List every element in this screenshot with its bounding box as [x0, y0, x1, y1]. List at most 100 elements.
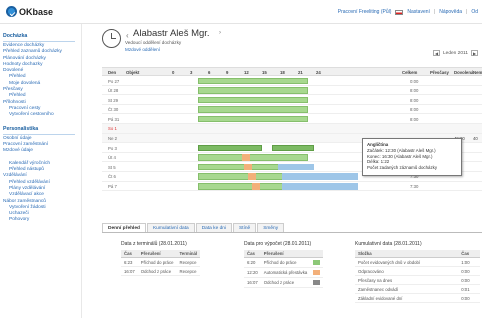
row-day: Pá 31: [108, 116, 120, 122]
logout-link[interactable]: Od: [471, 9, 478, 15]
tab-cumulative[interactable]: Kumulativní data: [146, 223, 195, 232]
row-vacation: 40: [473, 136, 478, 142]
next-person-icon[interactable]: ›: [219, 30, 221, 36]
row-total: 0:00: [410, 78, 419, 84]
row-day: Ne 2: [108, 136, 118, 142]
grid-column-header: 0: [172, 70, 175, 75]
planned-bar[interactable]: [278, 163, 314, 171]
person-department[interactable]: Mzdové oddělení: [125, 47, 160, 52]
sidebar-item[interactable]: Pohovory: [3, 217, 81, 223]
terminal-table: Čas Přerušení Terminál 6:23 Příchod do p…: [121, 250, 201, 276]
table-row: 16:07 Odchod z práce: [244, 277, 324, 288]
user-link[interactable]: Pracovní Freeliting (Půl): [338, 9, 392, 15]
row-day: St 5: [108, 164, 116, 170]
terminal-panel-title: Data z terminálů (28.01.2011): [121, 241, 187, 247]
attendance-bar[interactable]: [272, 144, 314, 152]
attendance-bar[interactable]: [198, 115, 308, 123]
grid-column-header: 12: [244, 70, 249, 75]
col-time: Čas: [244, 250, 261, 258]
row-day: Čt 6: [108, 174, 116, 180]
grid-column-header: 21: [298, 70, 303, 75]
status-color-icon: [313, 279, 321, 285]
row-total: 8:00: [410, 107, 419, 113]
row-total: 8:00: [410, 97, 419, 103]
attendance-bar[interactable]: [198, 87, 308, 94]
person-name: Alabastr Aleš Mgr.: [133, 28, 210, 39]
grid-column-header: Dovolená: [454, 70, 474, 75]
row-total: 7:30: [410, 184, 419, 190]
grid-row[interactable]: Čt 30 8:00: [102, 105, 482, 115]
row-total: 8:00: [410, 116, 419, 122]
tab-shifts[interactable]: Směny: [257, 223, 285, 232]
top-bar: OKbase Pracovní Freeliting (Půl) Nastave…: [0, 0, 482, 24]
break-bar[interactable]: [244, 163, 252, 171]
table-row: Počet evidovaných dnů v období 1:00: [355, 257, 480, 267]
tooltip-line: Počet zadaných záznamů docházky: [367, 165, 438, 171]
accounting-table: Čas Přerušení 6:20 Příchod do práce 12:20 A…: [244, 250, 324, 288]
row-day: Po 27: [108, 78, 120, 84]
tab-stine[interactable]: Stíně: [232, 223, 257, 232]
detail-tabs: Denní přehled Kumulativní data Data ke d…: [102, 223, 482, 233]
grid-column-header: 3: [190, 70, 193, 75]
planned-bar[interactable]: [282, 183, 358, 190]
prev-month-button[interactable]: ◀: [433, 50, 440, 56]
planned-bar[interactable]: [282, 173, 358, 180]
grid-row[interactable]: So 1: [102, 123, 482, 134]
col-terminal: Terminál: [176, 250, 201, 258]
cumulative-panel-title: Kumulativní data (28.01.2011): [355, 241, 422, 247]
sidebar-group-title[interactable]: Personalistika: [3, 125, 75, 135]
row-day: St 29: [108, 97, 119, 103]
grid-column-header: 9: [226, 70, 229, 75]
break-bar[interactable]: [252, 183, 260, 190]
grid-column-header: 24: [316, 70, 321, 75]
table-row: Přesčasy na dnes 0:00: [355, 275, 480, 285]
table-row: Zaměstnanec odvádí 0:01: [355, 284, 480, 294]
grid-row[interactable]: Po 27 0:00: [102, 76, 482, 86]
table-row: 12:20 Automatická přestávka: [244, 267, 324, 278]
help-link[interactable]: Nápověda: [439, 9, 462, 15]
settings-link[interactable]: Nastavení: [407, 9, 430, 15]
grid-column-header: 15: [262, 70, 267, 75]
main-content: ‹ Alabastr Aleš Mgr. › Vedoucí oddělení …: [86, 24, 482, 318]
break-bar[interactable]: [248, 173, 256, 180]
sidebar-group: Personalistika Osobní údaje Pracovní zaměs…: [3, 125, 81, 224]
grid-column-header: Nemoc: [473, 70, 482, 75]
grid-column-header: Přesčasy: [430, 70, 449, 75]
attendance-bar[interactable]: [198, 144, 262, 152]
attendance-bar[interactable]: [198, 96, 308, 104]
next-month-button[interactable]: ▶: [471, 50, 478, 56]
col-event: Přerušení: [260, 250, 311, 258]
prev-person-icon[interactable]: ‹: [126, 31, 129, 40]
col-time: Čas: [121, 250, 138, 258]
attendance-bar[interactable]: [198, 106, 308, 113]
grid-column-header: Objekt: [126, 70, 140, 75]
grid-column-header: Celkem: [402, 70, 418, 75]
tab-daily[interactable]: Denní přehled: [102, 223, 146, 232]
attendance-bar[interactable]: [198, 77, 308, 84]
attendance-bar[interactable]: [198, 154, 308, 161]
grid-row[interactable]: Pá 7 7:30: [102, 182, 482, 192]
row-day: Pá 7: [108, 184, 117, 190]
grid-row[interactable]: Út 28 8:00: [102, 86, 482, 96]
clock-icon: [102, 29, 121, 48]
table-row: 16:07 Odchod z práce Recepce: [121, 266, 201, 276]
tab-day-data[interactable]: Data ke dni: [195, 223, 232, 232]
date-selector: ◀ Leden 2011 ▶: [433, 50, 478, 56]
month-label[interactable]: Leden 2011: [443, 51, 468, 56]
sidebar-group-title[interactable]: Docházka: [3, 32, 75, 42]
logo[interactable]: OKbase: [6, 6, 53, 17]
cumulative-table: Složka Čas Počet evidovaných dnů v obdob…: [355, 250, 480, 303]
tooltip: Angličtina Začátek: 12:30 (Alabastr Aleš…: [362, 138, 462, 176]
table-row: 6:23 Příchod do práce Recepce: [121, 257, 201, 267]
grid-row[interactable]: St 29 8:00: [102, 95, 482, 105]
row-day: So 1: [108, 126, 117, 132]
row-day: Út 28: [108, 88, 119, 94]
break-bar[interactable]: [242, 154, 250, 161]
table-row: 6:20 Příchod do práce: [244, 257, 324, 268]
grid-header: Den Objekt 0 3 6 9 12 15 18 21 24 Celkem Přesčasy Dov…: [102, 67, 482, 76]
accounting-panel-title: Data pro výpočet (28.01.2011): [244, 241, 312, 247]
col-component: Složka: [355, 250, 459, 258]
grid-row[interactable]: Pá 31 8:00: [102, 114, 482, 124]
sidebar-item[interactable]: Vytvoření cestovního: [3, 112, 81, 118]
flag-icon[interactable]: [395, 10, 404, 15]
